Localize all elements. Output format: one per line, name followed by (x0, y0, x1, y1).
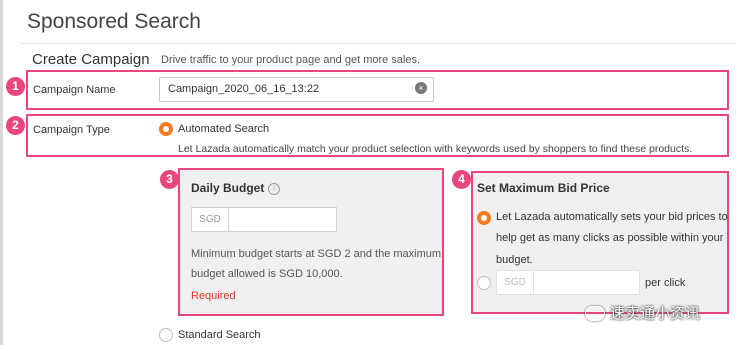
auto-bid-line2: help get as many clicks as possible with… (496, 232, 724, 244)
info-icon[interactable]: i (268, 183, 280, 195)
campaign-name-label: Campaign Name (33, 84, 116, 96)
standard-search-label[interactable]: Standard Search (178, 329, 261, 341)
annotation-badge-1: 1 (6, 77, 25, 96)
manual-bid-input[interactable]: SGD (496, 270, 640, 295)
manual-bid-currency: SGD (497, 271, 534, 294)
daily-budget-currency: SGD (192, 208, 229, 231)
per-click-label: per click (645, 277, 686, 289)
automated-search-radio[interactable] (159, 122, 173, 136)
campaign-type-label: Campaign Type (33, 124, 110, 136)
auto-bid-line1: Let Lazada automatically sets your bid p… (496, 211, 728, 223)
automated-search-label[interactable]: Automated Search (178, 123, 269, 135)
daily-budget-help-line1: Minimum budget starts at SGD 2 and the m… (191, 248, 442, 260)
daily-budget-title: Daily Budget (191, 181, 265, 195)
left-border (0, 0, 3, 345)
page-title: Sponsored Search (27, 10, 201, 33)
manual-bid-radio[interactable] (477, 276, 491, 290)
max-bid-title: Set Maximum Bid Price (477, 181, 610, 195)
automated-search-description: Let Lazada automatically match your prod… (178, 143, 693, 155)
annotation-badge-2: 2 (6, 116, 25, 135)
daily-budget-help-line2: budget allowed is SGD 10,000. (191, 268, 343, 280)
auto-bid-radio[interactable] (477, 211, 491, 225)
title-divider (20, 43, 736, 44)
daily-budget-input[interactable]: SGD (191, 207, 337, 232)
wechat-logo-icon (585, 306, 605, 321)
create-campaign-description: Drive traffic to your product page and g… (161, 54, 421, 66)
create-campaign-heading: Create Campaign (32, 51, 150, 68)
watermark-text: 速卖通小资讯 (610, 305, 701, 322)
standard-search-radio[interactable] (159, 328, 173, 342)
daily-budget-error: Required (191, 290, 236, 302)
auto-bid-line3: budget. (496, 254, 533, 266)
clear-icon[interactable]: × (415, 82, 427, 94)
annotation-badge-4: 4 (452, 170, 471, 189)
campaign-name-input[interactable]: Campaign_2020_06_16_13:22 (159, 77, 434, 102)
annotation-badge-3: 3 (160, 170, 179, 189)
